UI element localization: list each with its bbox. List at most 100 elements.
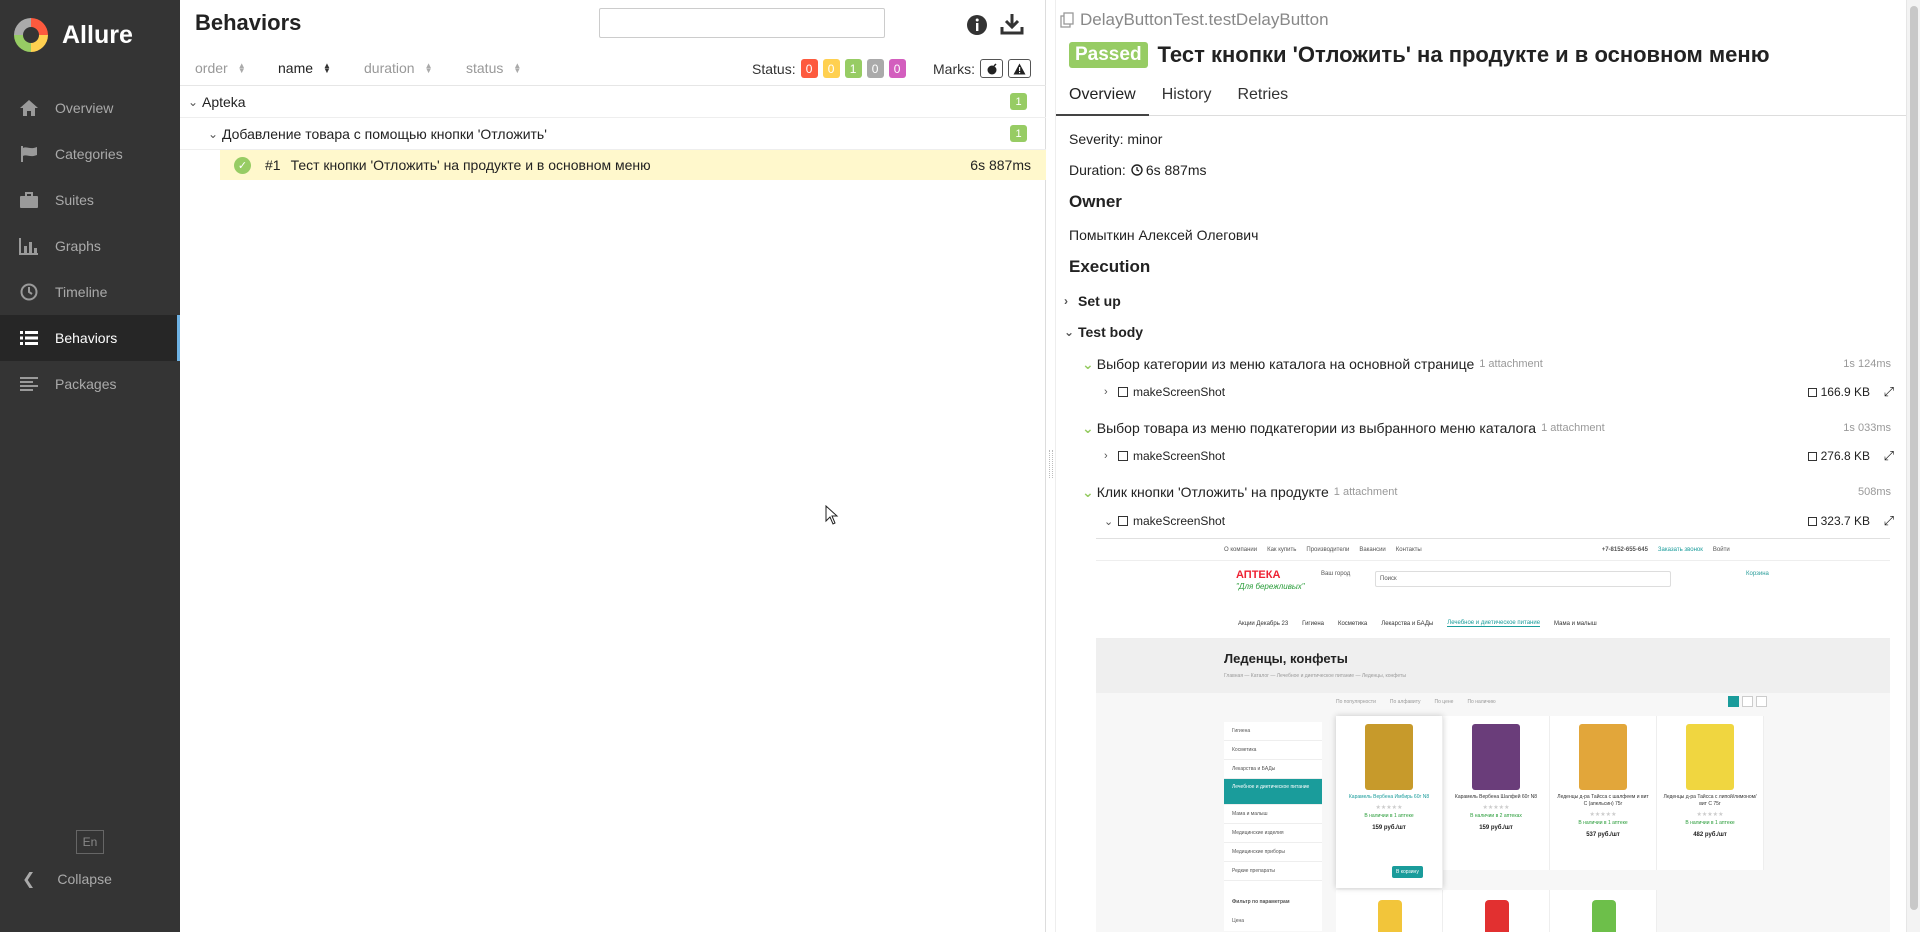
shot-filter-title: Фильтр по параметрам [1232, 899, 1290, 905]
sidebar-item-graphs[interactable]: Graphs [0, 223, 180, 269]
language-switch[interactable]: En [76, 830, 104, 854]
sidebar-item-categories[interactable]: Categories [0, 131, 180, 177]
attachment-row[interactable]: ⌄ makeScreenShot 323.7 KB ⤢ [1104, 511, 1912, 531]
sort-label: duration [364, 60, 415, 76]
sidebar-item-label: Suites [55, 192, 94, 208]
sidebar-item-packages[interactable]: Packages [0, 361, 180, 407]
pane-splitter[interactable] [1046, 0, 1056, 932]
copy-icon[interactable] [1060, 12, 1074, 28]
attachment-row[interactable]: › makeScreenShot 166.9 KB ⤢ [1104, 382, 1912, 402]
shot-product-image [1365, 724, 1413, 790]
tab-overview[interactable]: Overview [1056, 80, 1149, 116]
sidebar-item-label: Packages [55, 376, 117, 392]
test-row[interactable]: ✓ #1 Тест кнопки 'Отложить' на продукте … [220, 150, 1046, 180]
shot-product-price: 159 руб./шт [1479, 825, 1513, 831]
status-unknown-badge[interactable]: 0 [888, 59, 906, 78]
test-duration: 6s 887ms [970, 157, 1031, 173]
sidebar-item-overview[interactable]: Overview [0, 85, 180, 131]
shot-category: Редкие препараты [1224, 862, 1322, 881]
attachment-name: makeScreenShot [1133, 449, 1226, 463]
image-icon [1118, 451, 1128, 461]
align-left-icon [18, 374, 40, 394]
test-fullname[interactable]: DelayButtonTest.testDelayButton [1060, 10, 1329, 30]
download-icon[interactable] [1000, 12, 1024, 36]
shot-search: Поиск [1375, 571, 1671, 587]
shot-topbar-link: Контакты [1395, 546, 1422, 553]
sort-bar: order ▲ ▼ name ▲ ▼ duration ▲ ▼ status ▲ ▼ S… [180, 54, 1046, 86]
page-title: Behaviors [195, 10, 302, 35]
shot-menu: Акции Декабрь 23 Гигиена Косметика Лекар… [1096, 609, 1890, 639]
shot-product-card: Леденцы д-ра Тайсса с липой/лимоном/вит … [1657, 716, 1764, 870]
sidebar-item-suites[interactable]: Suites [0, 177, 180, 223]
test-order: #1 [265, 157, 281, 173]
shot-rating-stars: ★★★★★ [1589, 812, 1617, 818]
step-passed-chevron-icon: ⌄ [1082, 355, 1094, 372]
tab-history[interactable]: History [1149, 80, 1225, 116]
expand-icon[interactable]: ⤢ [1884, 384, 1894, 400]
attachment-row[interactable]: › makeScreenShot 276.8 KB ⤢ [1104, 446, 1912, 466]
duration-label: Duration: [1069, 162, 1126, 178]
fullname-text: DelayButtonTest.testDelayButton [1080, 10, 1329, 29]
step-passed-chevron-icon: ⌄ [1082, 483, 1094, 500]
sidebar-item-label: Categories [55, 146, 123, 162]
shot-product-card [1336, 890, 1443, 932]
expand-icon[interactable]: ⤢ [1884, 513, 1894, 529]
shot-list-view-icon [1742, 696, 1753, 707]
sidebar-item-behaviors[interactable]: Behaviors [0, 315, 180, 361]
step-item[interactable]: ⌄ Выбор товара из меню подкатегории из в… [1082, 418, 1912, 438]
setup-section[interactable]: › Set up [1064, 293, 1121, 309]
shot-product-name: Леденцы д-ра Тайсса с липой/лимоном/вит … [1663, 794, 1757, 807]
shot-grid-view-icon [1728, 696, 1739, 707]
status-label: Status: [752, 60, 796, 77]
sidebar-item-timeline[interactable]: Timeline [0, 269, 180, 315]
shot-product-stock: В наличии в 1 аптеке [1578, 820, 1628, 826]
info-icon[interactable] [966, 14, 988, 36]
duration-value: 6s 887ms [1145, 162, 1207, 178]
shot-cart: Корзина [1746, 571, 1769, 577]
shot-category: Медицинские приборы [1224, 843, 1322, 862]
owner-heading: Owner [1069, 192, 1122, 211]
search-input[interactable] [599, 8, 885, 38]
step-attachment-count: 1 attachment [1333, 486, 1398, 498]
chevron-down-icon: ⌄ [208, 126, 219, 141]
collapse-button[interactable]: ❮ Collapse [0, 862, 180, 896]
shot-product-stock: В наличии в 1 аптеке [1364, 813, 1414, 819]
sort-status[interactable]: status ▲ ▼ [466, 60, 521, 76]
sort-duration[interactable]: duration ▲ ▼ [364, 60, 433, 76]
sort-order[interactable]: order ▲ ▼ [195, 60, 246, 76]
shot-topbar: О компании Как купить Производители Вака… [1096, 539, 1890, 561]
sort-name[interactable]: name ▲ ▼ [278, 60, 331, 76]
attachment-name: makeScreenShot [1133, 385, 1226, 399]
chevron-right-icon: › [1104, 450, 1108, 462]
status-failed-badge[interactable]: 0 [800, 59, 818, 78]
status-broken-badge[interactable]: 0 [822, 59, 840, 78]
tree-group-epic[interactable]: ⌄ Apteka 1 [180, 86, 1046, 118]
save-icon [1807, 387, 1817, 397]
status-passed-badge[interactable]: 1 [844, 59, 862, 78]
attachment-size-text: 323.7 KB [1820, 514, 1870, 528]
tab-retries[interactable]: Retries [1224, 80, 1301, 116]
attachment-name: makeScreenShot [1133, 514, 1226, 528]
scrollbar-thumb[interactable] [1910, 6, 1918, 910]
new-failed-mark-icon[interactable] [1008, 59, 1031, 78]
scrollbar[interactable] [1906, 0, 1920, 932]
flaky-mark-icon[interactable] [980, 59, 1003, 78]
expand-icon[interactable]: ⤢ [1884, 448, 1894, 464]
marks-label: Marks: [933, 60, 975, 77]
shot-brand: АПТЕКА [1236, 569, 1281, 581]
status-skipped-badge[interactable]: 0 [866, 59, 884, 78]
shot-page-title: Леденцы, конфеты Главная — Каталог — Леч… [1096, 639, 1890, 693]
test-body-section[interactable]: ⌄ Test body [1064, 324, 1143, 340]
tree-group-feature[interactable]: ⌄ Добавление товара с помощью кнопки 'От… [180, 118, 1046, 150]
brand[interactable]: Allure [0, 0, 180, 70]
attachment-size: 276.8 KB [1807, 449, 1870, 463]
shot-price-label: Цена [1232, 918, 1245, 924]
shot-product-row-2 [1336, 890, 1657, 932]
briefcase-icon [18, 190, 40, 210]
shot-title: Леденцы, конфеты [1224, 651, 1348, 666]
step-item[interactable]: ⌄ Выбор категории из меню каталога на ос… [1082, 354, 1912, 374]
step-item[interactable]: ⌄ Клик кнопки 'Отложить' на продукте 1 a… [1082, 482, 1912, 502]
shot-product-card: Карамель Вербена Имбирь 60г N8 ★★★★★ В н… [1336, 716, 1443, 888]
shot-topbar-link: Производители [1306, 546, 1350, 553]
sort-arrows-icon: ▲ ▼ [513, 61, 522, 75]
